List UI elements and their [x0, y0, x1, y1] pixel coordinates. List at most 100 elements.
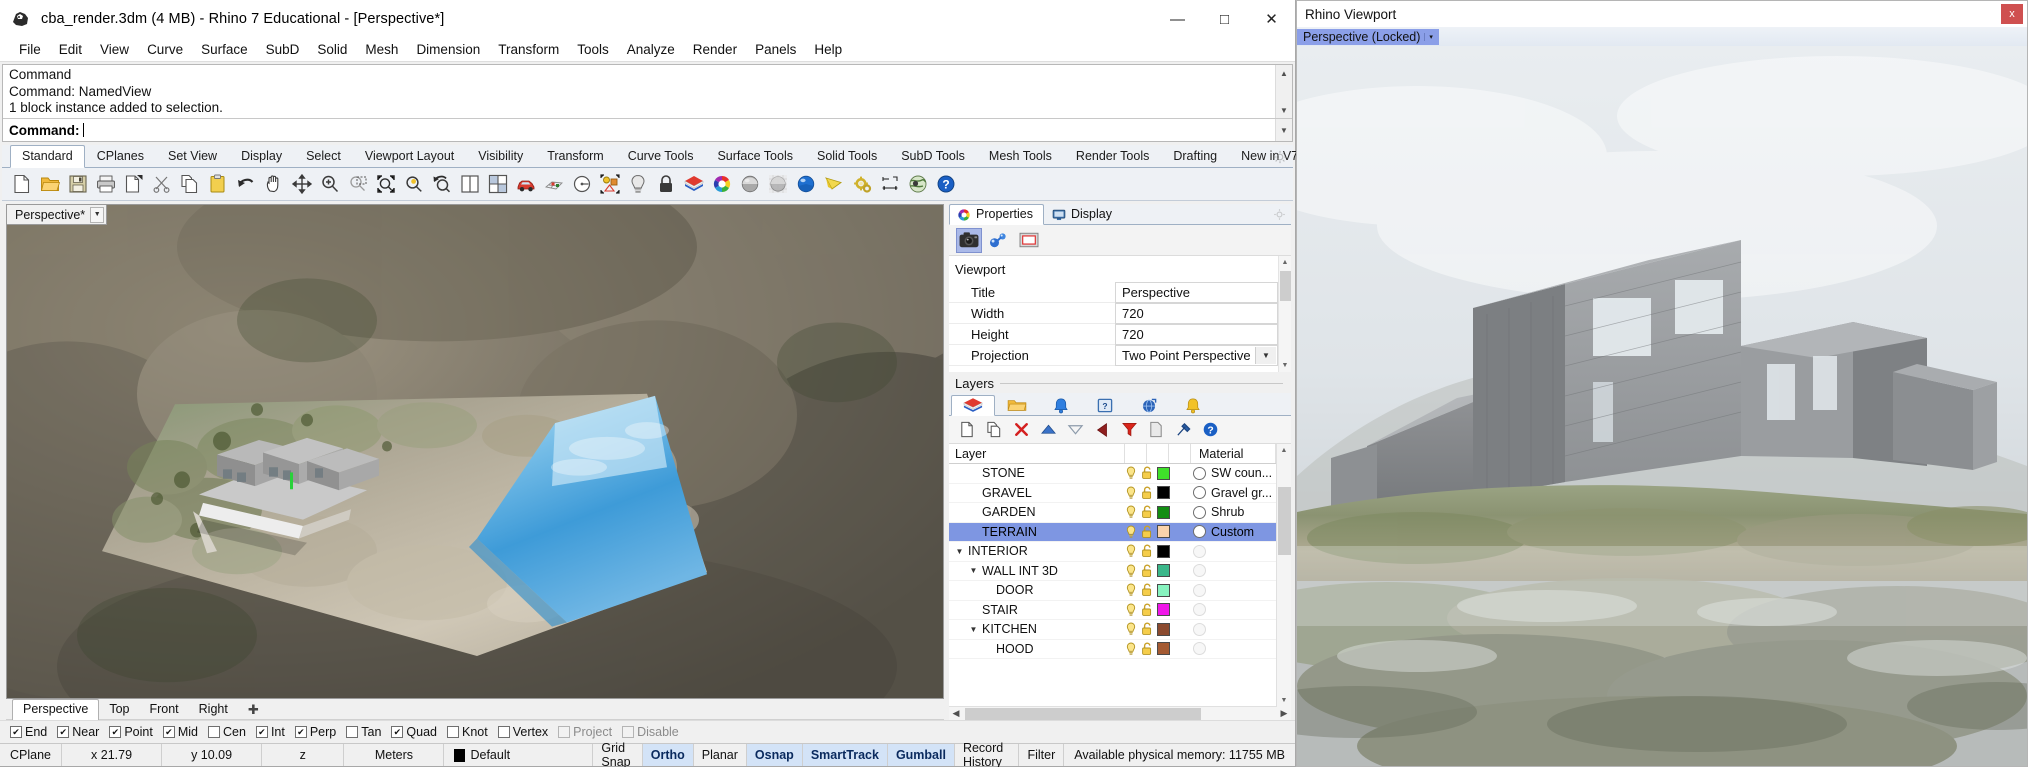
lock-icon[interactable] [653, 171, 679, 197]
chevron-down-icon[interactable]: ▼ [967, 566, 980, 575]
layer-row[interactable]: STONE SW coun... [949, 464, 1291, 484]
layer-material-cell[interactable] [1193, 642, 1276, 655]
unlock-icon[interactable] [1141, 525, 1153, 539]
camera-icon[interactable] [956, 228, 982, 253]
layer-color-swatch[interactable] [1157, 642, 1170, 655]
checkbox[interactable] [447, 726, 459, 738]
four-viewport-icon[interactable] [485, 171, 511, 197]
duplicate-layer-icon[interactable] [982, 419, 1006, 441]
toolbar-tab-cplanes[interactable]: CPlanes [85, 145, 156, 167]
layer-color-swatch[interactable] [1157, 564, 1170, 577]
unlock-icon[interactable] [1141, 544, 1153, 558]
color-wheel-icon[interactable] [709, 171, 735, 197]
checkbox[interactable]: ✔ [295, 726, 307, 738]
lightbulb-icon[interactable] [1125, 642, 1137, 656]
osnap-project[interactable]: Project [558, 725, 612, 739]
layer-row[interactable]: HOOD [949, 640, 1291, 660]
lightbulb-icon[interactable] [1125, 486, 1137, 500]
osnap-point[interactable]: ✔Point [109, 725, 153, 739]
status-toggle-smarttrack[interactable]: SmartTrack [803, 744, 888, 766]
property-value-field[interactable]: 720 [1115, 303, 1278, 324]
render-view-selector[interactable]: Perspective (Locked) ▾ [1297, 29, 1439, 45]
layer-name-cell[interactable]: STONE [949, 466, 1125, 480]
checkbox[interactable] [498, 726, 510, 738]
layer-name-cell[interactable]: GARDEN [949, 505, 1125, 519]
scroll-left-icon[interactable]: ◀ [949, 708, 963, 719]
menu-item-panels[interactable]: Panels [746, 39, 805, 61]
column-header-material[interactable]: Material [1191, 444, 1276, 463]
status-toggle-gumball[interactable]: Gumball [888, 744, 955, 766]
checkbox[interactable] [622, 726, 634, 738]
toolbar-tab-solid-tools[interactable]: Solid Tools [805, 145, 889, 167]
layer-name-cell[interactable]: ▼INTERIOR [949, 544, 1125, 558]
chevron-down-icon[interactable]: ▼ [953, 547, 966, 556]
layer-row[interactable]: ▼WALL INT 3D [949, 562, 1291, 582]
toolbar-tab-render-tools[interactable]: Render Tools [1064, 145, 1161, 167]
maximize-button[interactable]: □ [1201, 0, 1248, 38]
menu-item-view[interactable]: View [91, 39, 138, 61]
yellow-bell-tab-icon[interactable] [1171, 394, 1215, 415]
osnap-disable[interactable]: Disable [622, 725, 679, 739]
print-icon[interactable] [93, 171, 119, 197]
scroll-up-icon[interactable]: ▲ [1276, 65, 1292, 81]
zoom-window-icon[interactable] [345, 171, 371, 197]
spotlight-icon[interactable] [821, 171, 847, 197]
layer-row[interactable]: DOOR [949, 581, 1291, 601]
dimension-icon[interactable] [877, 171, 903, 197]
scroll-down-icon[interactable]: ▼ [1282, 359, 1289, 372]
layer-row[interactable]: ▼INTERIOR [949, 542, 1291, 562]
toolbar-tab-standard[interactable]: Standard [10, 145, 85, 168]
chevron-down-icon[interactable]: ▾ [1424, 33, 1433, 41]
move-layer-up-icon[interactable] [1036, 419, 1060, 441]
move-layer-down-icon[interactable] [1063, 419, 1087, 441]
light-bulb-icon[interactable] [625, 171, 651, 197]
zoom-extents-icon[interactable] [373, 171, 399, 197]
scroll-right-icon[interactable]: ▶ [1277, 708, 1291, 719]
lightbulb-icon[interactable] [1125, 525, 1137, 539]
osnap-knot[interactable]: Knot [447, 725, 488, 739]
toolbar-tab-transform[interactable]: Transform [535, 145, 616, 167]
status-toggle-record-history[interactable]: Record History [955, 744, 1020, 766]
close-button[interactable]: ✕ [1248, 0, 1295, 38]
command-history-scrollbar[interactable]: ▲ ▼ [1275, 65, 1292, 118]
scissors-icon[interactable] [149, 171, 175, 197]
zoom-selected-icon[interactable] [401, 171, 427, 197]
shaded-sphere-icon[interactable] [737, 171, 763, 197]
toolbar-tab-drafting[interactable]: Drafting [1161, 145, 1229, 167]
layer-color-swatch[interactable] [1157, 486, 1170, 499]
checkbox[interactable] [208, 726, 220, 738]
layers-tab-icon[interactable] [951, 395, 995, 416]
layer-color-swatch[interactable] [1157, 545, 1170, 558]
folder-tab-icon[interactable] [995, 394, 1039, 415]
ghosted-sphere-icon[interactable] [765, 171, 791, 197]
osnap-near[interactable]: ✔Near [57, 725, 99, 739]
layer-material-cell[interactable]: Gravel gr... [1193, 486, 1276, 500]
lightbulb-icon[interactable] [1125, 603, 1137, 617]
scroll-down-icon[interactable]: ▼ [1281, 694, 1288, 707]
layer-help-icon[interactable]: ? [1198, 419, 1222, 441]
layer-material-cell[interactable]: Custom [1193, 525, 1276, 539]
command-prompt-scrollbar[interactable]: ▼ [1275, 119, 1292, 141]
scrollbar-thumb[interactable] [965, 708, 1201, 720]
scrollbar-thumb[interactable] [1278, 487, 1291, 555]
perspective-viewport[interactable]: Perspective* ▼ [6, 204, 944, 699]
lightbulb-icon[interactable] [1125, 466, 1137, 480]
status-toggle-filter[interactable]: Filter [1019, 744, 1064, 766]
checkbox[interactable]: ✔ [163, 726, 175, 738]
menu-item-subd[interactable]: SubD [257, 39, 309, 61]
layer-tools-icon[interactable] [1171, 419, 1195, 441]
checkbox[interactable]: ✔ [10, 726, 22, 738]
osnap-vertex[interactable]: Vertex [498, 725, 548, 739]
viewport-tab-perspective[interactable]: Perspective [12, 699, 99, 720]
property-value-field[interactable]: Perspective [1115, 282, 1278, 303]
menu-item-file[interactable]: File [10, 39, 50, 61]
undo-icon[interactable] [233, 171, 259, 197]
paste-icon[interactable] [205, 171, 231, 197]
layer-row[interactable]: TERRAINCustom [949, 523, 1291, 543]
lightbulb-icon[interactable] [1125, 544, 1137, 558]
help-box-tab-icon[interactable]: ? [1083, 394, 1127, 415]
layer-material-cell[interactable]: SW coun... [1193, 466, 1276, 480]
osnap-tan[interactable]: Tan [346, 725, 381, 739]
pan-hand-icon[interactable] [261, 171, 287, 197]
menu-item-edit[interactable]: Edit [50, 39, 91, 61]
